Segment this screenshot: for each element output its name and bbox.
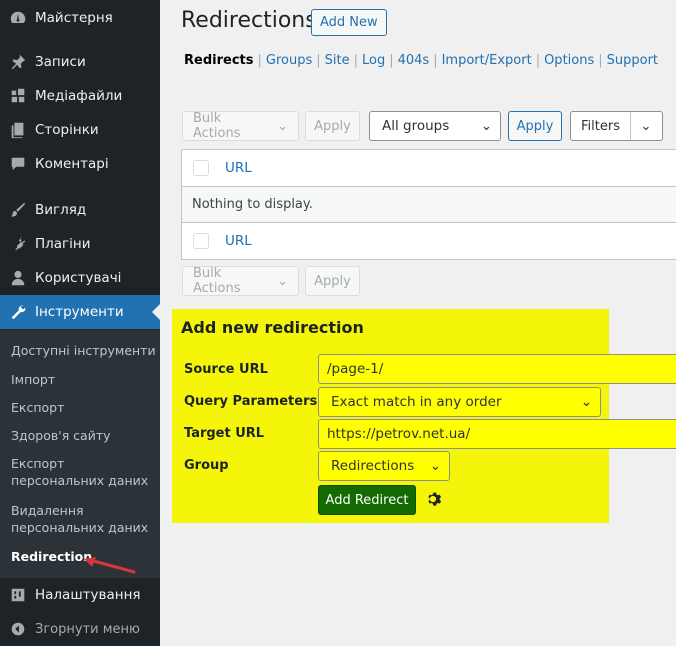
collapse-icon [0,620,35,638]
table-header-row: URL [182,150,676,186]
query-parameters-value: Exact match in any order [331,394,502,410]
submenu-import[interactable]: Імпорт [11,371,156,388]
plugins-icon [0,235,35,253]
menu-dashboard[interactable]: Майстерня [0,1,160,35]
target-url-label: Target URL [184,426,265,441]
comments-icon [0,155,35,173]
redirection-tabs: Redirects | Groups | Site | Log | 404s | Import/Ex… [184,53,659,68]
menu-label: Згорнути меню [35,621,140,637]
tab-support[interactable]: Support [607,53,658,68]
add-redirect-button[interactable]: Add Redirect [318,485,416,515]
panel-title: Add new redirection [181,318,364,337]
submenu-export[interactable]: Експорт [11,399,156,416]
media-icon [0,87,35,105]
settings-icon [0,586,35,604]
dashboard-icon [0,9,35,27]
filters-button[interactable]: Filters ⌄ [570,111,663,141]
menu-tools[interactable]: Інструменти [0,295,160,329]
menu-comments[interactable]: Коментарі [0,147,160,181]
wrench-icon [0,303,35,321]
menu-plugins[interactable]: Плагіни [0,227,160,261]
group-select[interactable]: Redirections ⌄ [318,451,450,481]
menu-label: Налаштування [35,587,141,603]
empty-row: Nothing to display. [182,186,676,223]
chevron-down-icon: ⌄ [580,394,592,410]
group-value: Redirections [331,458,415,474]
add-new-button[interactable]: Add New [311,9,387,36]
group-label: Group [184,458,229,473]
menu-label: Інструменти [35,304,124,320]
admin-sidebar: Майстерня Записи Медіафайли Сторінки Ком… [0,0,160,646]
group-filter-select[interactable]: All groups ⌄ [369,111,501,141]
tab-import-export[interactable]: Import/Export [442,53,532,68]
main-content: Redirections Add New Redirects | Groups | Si… [160,0,676,646]
select-all-checkbox-footer[interactable] [193,233,209,249]
menu-label: Користувачі [35,270,122,286]
submenu-available-tools[interactable]: Доступні інструменти [11,342,156,359]
apply-groups-button[interactable]: Apply [508,111,562,141]
gear-icon[interactable] [424,490,442,508]
tab-log[interactable]: Log [362,53,385,68]
menu-label: Медіафайли [35,88,123,104]
table-footer-row: URL [182,223,676,259]
menu-label: Сторінки [35,122,99,138]
bulk-actions-select-bottom[interactable]: Bulk Actions ⌄ [182,266,299,296]
menu-label: Майстерня [35,10,113,26]
chevron-down-icon: ⌄ [277,118,288,134]
url-column-header[interactable]: URL [225,160,252,176]
submenu-erase-personal-data[interactable]: Видалення персональних даних [11,502,156,536]
source-url-input[interactable]: /page-1/ [318,354,676,384]
chevron-down-icon: ⌄ [480,118,492,134]
empty-message: Nothing to display. [192,197,313,212]
menu-label: Вигляд [35,202,87,218]
menu-label: Коментарі [35,156,109,172]
users-icon [0,269,35,287]
group-filter-label: All groups [382,118,450,134]
target-url-input[interactable]: https://petrov.net.ua/ [318,419,676,449]
brush-icon [0,201,35,219]
select-all-checkbox[interactable] [193,160,209,176]
menu-posts[interactable]: Записи [0,45,160,79]
menu-appearance[interactable]: Вигляд [0,193,160,227]
apply-button-top[interactable]: Apply [305,111,360,141]
chevron-down-icon: ⌄ [429,458,441,474]
filters-label: Filters [571,112,631,140]
menu-settings[interactable]: Налаштування [0,578,160,612]
menu-label: Записи [35,54,86,70]
menu-label: Плагіни [35,236,91,252]
url-column-footer[interactable]: URL [225,233,252,249]
apply-button-bottom[interactable]: Apply [305,266,360,296]
query-parameters-label: Query Parameters [184,394,318,409]
source-url-label: Source URL [184,362,268,377]
pin-icon [0,53,35,71]
add-redirection-panel: Add new redirection Source URL /page-1/ … [172,309,676,523]
submenu-export-personal-data[interactable]: Експорт персональних даних [11,455,156,489]
chevron-down-icon: ⌄ [640,118,652,134]
tab-redirects[interactable]: Redirects [184,53,253,68]
tools-submenu: Доступні інструменти Імпорт Експорт Здор… [0,330,160,578]
red-arrow-icon [84,557,136,574]
menu-users[interactable]: Користувачі [0,261,160,295]
tab-options[interactable]: Options [544,53,594,68]
tab-404s[interactable]: 404s [398,53,430,68]
tab-groups[interactable]: Groups [266,53,312,68]
submenu-site-health[interactable]: Здоров'я сайту [11,427,156,444]
redirects-table: URL Nothing to display. URL [181,149,676,260]
bulk-actions-select-top[interactable]: Bulk Actions ⌄ [182,111,299,141]
bulk-actions-label: Bulk Actions [193,266,241,296]
pages-icon [0,121,35,139]
bulk-actions-label: Bulk Actions [193,111,241,141]
menu-pages[interactable]: Сторінки [0,113,160,147]
query-parameters-select[interactable]: Exact match in any order ⌄ [318,387,601,417]
menu-collapse[interactable]: Згорнути меню [0,612,160,646]
menu-media[interactable]: Медіафайли [0,79,160,113]
page-title: Redirections [181,8,317,33]
tab-site[interactable]: Site [325,53,350,68]
chevron-down-icon: ⌄ [277,273,288,289]
